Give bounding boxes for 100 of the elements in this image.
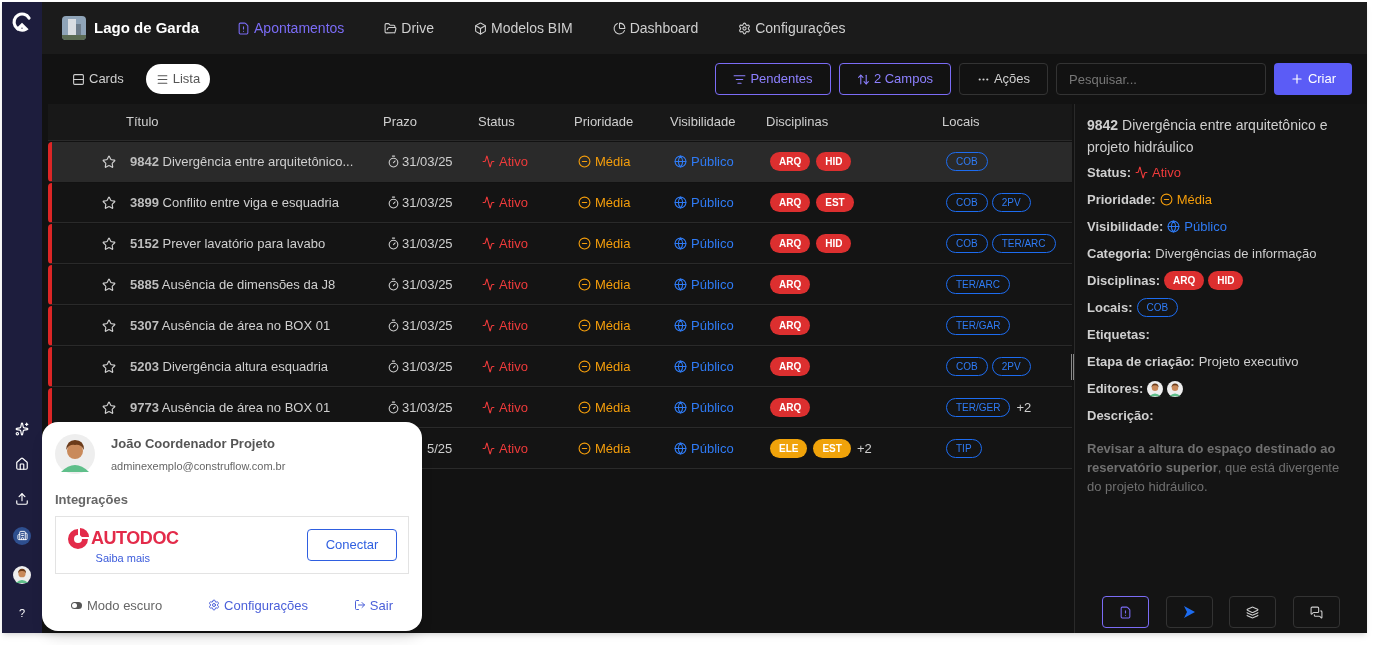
column-header: Título bbox=[126, 113, 159, 132]
timer-icon bbox=[387, 155, 400, 168]
star-icon[interactable] bbox=[102, 359, 116, 374]
due-date: 31/03/25 bbox=[402, 357, 453, 376]
visibility-label: Público bbox=[674, 192, 770, 213]
nav-tab[interactable]: Apontamentos bbox=[237, 17, 345, 39]
home-icon[interactable] bbox=[15, 456, 29, 471]
logout-link[interactable]: Sair bbox=[353, 595, 393, 615]
column-header: Prioridade bbox=[574, 113, 634, 132]
field-label: Status: bbox=[1087, 163, 1132, 182]
document-icon bbox=[237, 21, 251, 35]
table-row[interactable]: 5885 Ausência de dimensões da J8 31/03/25 Ativo Média Público ARQ TER/ARC bbox=[48, 265, 1072, 305]
minus-circle-icon bbox=[578, 319, 591, 332]
chat-button[interactable] bbox=[1292, 596, 1340, 628]
filter-button[interactable]: Pendentes bbox=[715, 63, 831, 95]
view-toggle[interactable]: Cards bbox=[62, 64, 134, 94]
sort-button[interactable]: 2 Campos bbox=[839, 63, 951, 95]
filter-icon bbox=[733, 72, 747, 86]
visibility-label: Público bbox=[674, 438, 770, 459]
column-header: Status bbox=[478, 113, 515, 132]
minus-circle-icon bbox=[578, 155, 591, 168]
status-label: Ativo bbox=[482, 192, 578, 213]
minus-circle-icon bbox=[578, 196, 591, 209]
avatar-icon bbox=[13, 565, 31, 584]
pulse-icon bbox=[482, 278, 495, 291]
view-toggle[interactable]: Lista bbox=[145, 64, 211, 94]
settings-icon bbox=[208, 599, 221, 612]
toggle-icon bbox=[71, 601, 82, 609]
logo-icon bbox=[10, 10, 34, 34]
minus-circle-icon bbox=[578, 237, 591, 250]
document-button[interactable] bbox=[1102, 596, 1149, 628]
discipline-tag: EST bbox=[813, 439, 851, 458]
star-icon[interactable] bbox=[102, 236, 116, 251]
priority-label: Média bbox=[578, 151, 674, 172]
status-label: Ativo bbox=[482, 438, 578, 459]
field-label: Etiquetas: bbox=[1087, 325, 1150, 344]
dark-mode-toggle[interactable]: Modo escuro bbox=[71, 595, 163, 615]
user-avatar bbox=[55, 434, 95, 474]
table-row[interactable]: 3899 Conflito entre viga e esquadria 31/03/25 Ativo Média Público ARQ EST COB 2PV bbox=[48, 183, 1072, 223]
status-label: Ativo bbox=[482, 356, 578, 377]
building-icon[interactable] bbox=[13, 526, 31, 545]
editor-avatar bbox=[1147, 380, 1164, 397]
discipline-tag: HID bbox=[816, 234, 852, 253]
issue-title: 5885 Ausência de dimensões da J8 bbox=[130, 276, 336, 292]
star-icon[interactable] bbox=[102, 277, 116, 292]
table-row[interactable]: 5152 Prever lavatório para lavabo 31/03/25 Ativo Média Público ARQ HID COB TER/ARC bbox=[48, 224, 1072, 264]
help-link[interactable]: ? bbox=[18, 604, 26, 621]
field-label: Editores: bbox=[1087, 379, 1144, 398]
field-value: Projeto executivo bbox=[1198, 352, 1299, 371]
timer-icon bbox=[387, 319, 400, 332]
search-field[interactable]: Pesquisar... bbox=[1056, 63, 1266, 95]
star-icon[interactable] bbox=[102, 318, 116, 333]
upload-icon[interactable] bbox=[15, 491, 29, 506]
plus-icon bbox=[1289, 72, 1304, 86]
sparkle-icon[interactable] bbox=[15, 421, 29, 436]
nav-tab[interactable]: Drive bbox=[384, 17, 434, 39]
globe-icon bbox=[674, 401, 687, 414]
nav-tab[interactable]: Configurações bbox=[738, 17, 846, 39]
star-icon[interactable] bbox=[102, 154, 116, 169]
star-icon[interactable] bbox=[102, 400, 116, 415]
learn-more-link[interactable]: Saiba mais bbox=[95, 552, 150, 564]
pulse-icon bbox=[482, 360, 495, 373]
table-row[interactable]: 9842 Divergência entre arquitetônico... 31/03/25 Ativo Média Público ARQ HID COB bbox=[48, 142, 1072, 182]
table-row[interactable]: 5307 Ausência de área no BOX 01 31/03/25 Ativo Média Público ARQ TER/GAR bbox=[48, 306, 1072, 346]
globe-icon bbox=[674, 319, 687, 332]
column-header: Visibilidade bbox=[670, 113, 736, 132]
settings-link[interactable]: Configurações bbox=[208, 595, 308, 615]
priority-label: Média bbox=[578, 397, 674, 418]
globe-icon bbox=[674, 360, 687, 373]
priority-label: Média bbox=[578, 356, 674, 377]
connect-button[interactable]: Conectar bbox=[307, 528, 397, 561]
field-label: Prioridade: bbox=[1087, 190, 1156, 209]
layers-button[interactable] bbox=[1229, 596, 1277, 628]
create-button[interactable]: Criar bbox=[1274, 63, 1352, 95]
due-date: 31/03/25 bbox=[402, 193, 453, 212]
table-row[interactable]: 9773 Ausência de área no BOX 01 31/03/25 Ativo Média Público ARQ TER/GER +2 bbox=[48, 388, 1072, 428]
nav-tab[interactable]: Modelos BIM bbox=[474, 17, 573, 39]
nav-tab[interactable]: Dashboard bbox=[612, 17, 699, 39]
due-date: 31/03/25 bbox=[402, 234, 453, 253]
issue-title: 3899 Conflito entre viga e esquadria bbox=[130, 194, 339, 210]
field-label: Visibilidade: bbox=[1087, 217, 1164, 236]
chat-icon bbox=[1309, 605, 1323, 619]
play-button[interactable] bbox=[1165, 596, 1213, 628]
pulse-icon bbox=[482, 237, 495, 250]
issue-title: 5307 Ausência de área no BOX 01 bbox=[130, 317, 331, 333]
editor-avatar bbox=[1167, 380, 1184, 397]
globe-icon bbox=[674, 237, 687, 250]
table-row[interactable]: 5203 Divergência altura esquadria 31/03/25 Ativo Média Público ARQ COB 2PV bbox=[48, 347, 1072, 387]
pulse-icon bbox=[482, 196, 495, 209]
actions-button[interactable]: Ações bbox=[959, 63, 1048, 95]
discipline-tag: ELE bbox=[770, 439, 808, 458]
minus-circle-icon bbox=[1159, 193, 1173, 206]
visibility-label: Público bbox=[674, 315, 770, 336]
status-label: Ativo bbox=[482, 151, 578, 172]
minus-circle-icon bbox=[578, 278, 591, 291]
star-icon[interactable] bbox=[102, 195, 116, 210]
discipline-tag: ARQ bbox=[770, 193, 811, 212]
visibility-label: Público bbox=[674, 397, 770, 418]
timer-icon bbox=[387, 237, 400, 250]
section-title: Integrações bbox=[55, 491, 129, 509]
